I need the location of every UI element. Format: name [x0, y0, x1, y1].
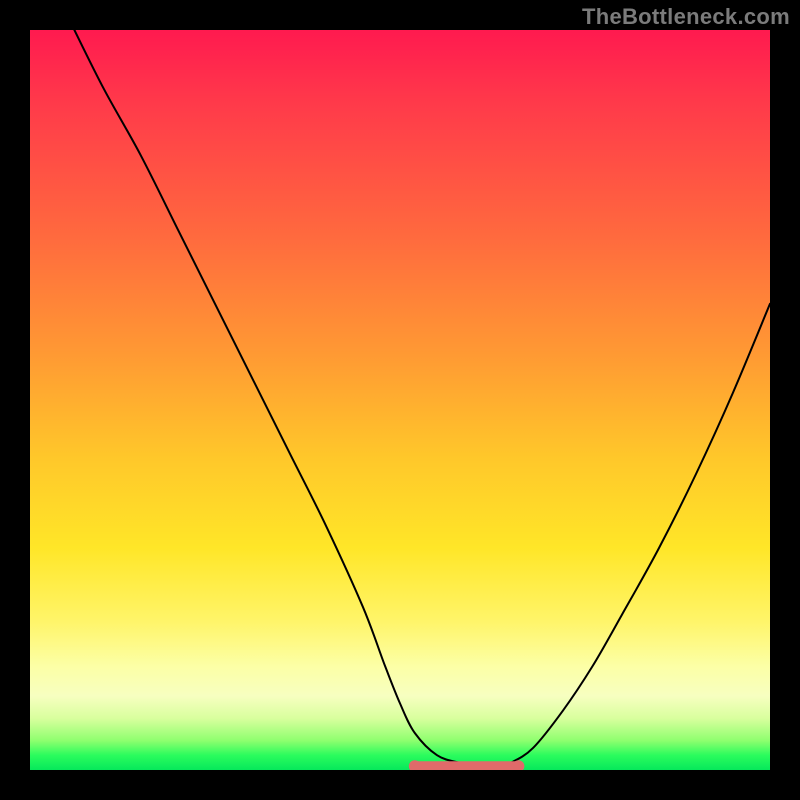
- watermark-text: TheBottleneck.com: [582, 4, 790, 30]
- chart-frame: TheBottleneck.com: [0, 0, 800, 800]
- bottleneck-curve: [74, 30, 770, 767]
- curve-layer: [30, 30, 770, 770]
